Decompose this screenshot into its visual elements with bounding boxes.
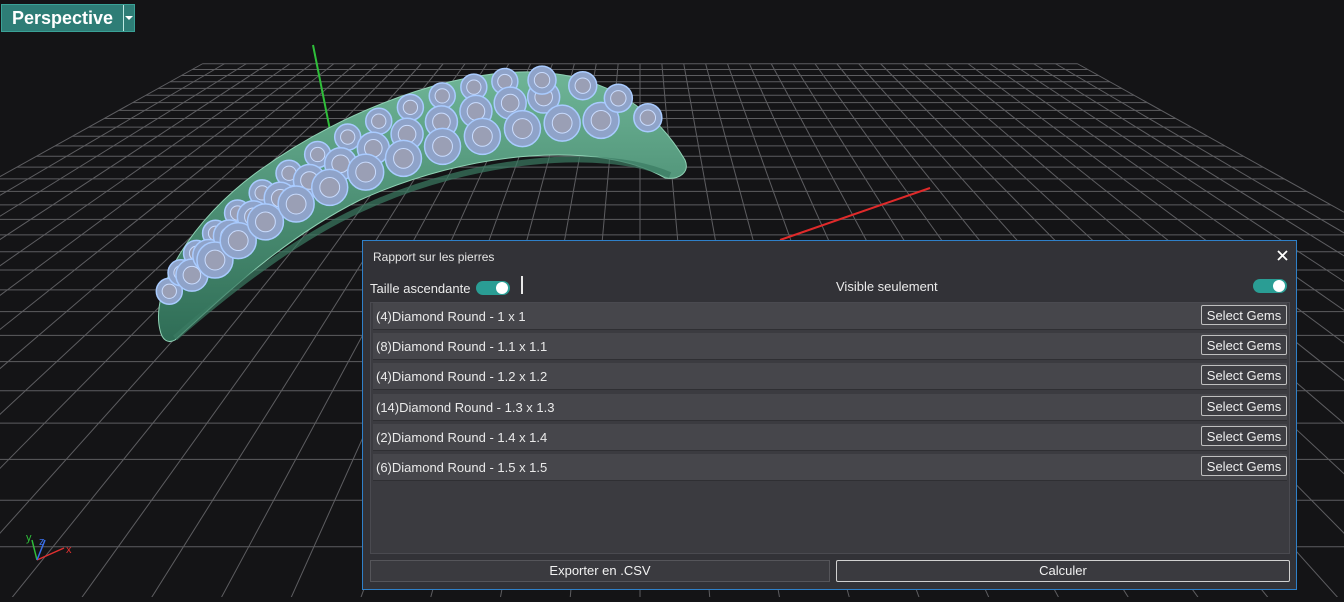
gem-table-facet [575,78,590,93]
export-csv-button[interactable]: Exporter en .CSV [370,560,830,582]
viewport-menu-button[interactable] [123,5,134,31]
toggle-knob [1273,280,1285,292]
viewport-title[interactable]: Perspective [2,8,123,29]
select-gems-button[interactable]: Select Gems [1201,426,1287,446]
gem-label: (8)Diamond Round - 1.1 x 1.1 [376,339,547,354]
axis-z-label: z [39,536,45,548]
select-gems-button[interactable]: Select Gems [1201,335,1287,355]
axis-y-label: y [26,532,32,544]
viewport-tab[interactable]: Perspective [1,4,135,32]
gem-label: (2)Diamond Round - 1.4 x 1.4 [376,430,547,445]
caret-down-icon [125,15,133,21]
gem-table-facet [501,94,519,112]
close-icon [1277,250,1288,261]
gem-row: (6)Diamond Round - 1.5 x 1.5 Select Gems [373,454,1287,481]
gem-report-dialog: Rapport sur les pierres Taille ascendant… [362,240,1297,590]
gem-table-facet [513,119,533,139]
gem-table-facet [205,250,225,270]
gem-table-facet [534,72,549,87]
gem-row: (2)Diamond Round - 1.4 x 1.4 Select Gems [373,424,1287,451]
gem-table-facet [341,130,355,144]
gem-row: (14)Diamond Round - 1.3 x 1.3 Select Gem… [373,394,1287,421]
gem-table-facet [356,162,376,182]
visible-only-toggle[interactable] [1253,279,1287,293]
gem-table-facet [591,110,611,130]
gem-table-facet [433,136,453,156]
gem-table-facet [467,80,481,94]
gem-label: (14)Diamond Round - 1.3 x 1.3 [376,400,554,415]
gem-table-facet [256,212,276,232]
gem-table-facet [552,113,572,133]
ascending-size-toggle[interactable] [476,281,510,295]
gem-table-facet [162,284,176,298]
gem-list[interactable]: (4)Diamond Round - 1 x 1 Select Gems (8)… [370,302,1290,554]
gem-table-facet [435,89,449,103]
gem-label: (4)Diamond Round - 1 x 1 [376,309,526,324]
axis-widget: x y z [26,532,72,560]
select-gems-button[interactable]: Select Gems [1201,305,1287,325]
dialog-title: Rapport sur les pierres [373,250,494,264]
gem-table-facet [228,231,248,251]
gem-table-facet [611,91,626,106]
gem-row: (4)Diamond Round - 1.2 x 1.2 Select Gems [373,363,1287,390]
gem-row: (8)Diamond Round - 1.1 x 1.1 Select Gems [373,333,1287,360]
options-row: Taille ascendante Visible seulement [363,278,1296,300]
select-gems-button[interactable]: Select Gems [1201,456,1287,476]
gem-table-facet [372,114,386,128]
gem-table-facet [286,194,306,214]
x-axis-line [780,188,930,240]
calculate-button[interactable]: Calculer [836,560,1290,582]
axis-x-label: x [66,544,72,556]
close-button[interactable] [1274,247,1290,263]
gem-table-facet [320,177,340,197]
select-gems-button[interactable]: Select Gems [1201,365,1287,385]
gem-label: (6)Diamond Round - 1.5 x 1.5 [376,460,547,475]
toggle-knob [496,282,508,294]
gem-table-facet [640,110,655,125]
gem-table-facet [183,266,201,284]
gem-table-facet [310,147,324,161]
gem-table-facet [467,103,485,121]
gem-row: (4)Diamond Round - 1 x 1 Select Gems [373,303,1287,330]
visible-only-label: Visible seulement [836,279,938,294]
select-gems-button[interactable]: Select Gems [1201,396,1287,416]
ascending-size-label: Taille ascendante [370,281,470,296]
gem-table-facet [472,126,492,146]
gem-table-facet [403,100,417,114]
gem-table-facet [394,148,414,168]
options-divider [521,276,523,294]
gem-label: (4)Diamond Round - 1.2 x 1.2 [376,369,547,384]
